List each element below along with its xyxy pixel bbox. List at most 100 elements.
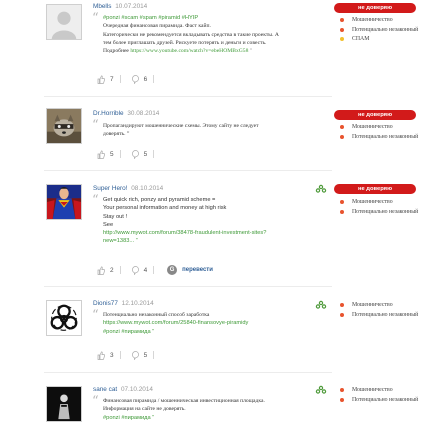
review-meta: sane cat 07.10.2014 (93, 386, 153, 394)
review-actions: 3 5 (97, 350, 165, 360)
tag-item: Потенциально незаконный (340, 312, 422, 319)
comment-icon[interactable] (131, 74, 139, 84)
username-link[interactable]: Mbells (93, 3, 111, 10)
external-link[interactable]: http://www.mywot.com/forum/38478-fraudul… (103, 229, 328, 237)
username-link[interactable]: Super Hero! (93, 185, 127, 192)
avatar[interactable] (46, 108, 82, 144)
review-actions: 5 5 (97, 149, 165, 159)
tag-item: Мошенничество (340, 387, 422, 394)
divider (153, 150, 155, 158)
external-link[interactable]: https://www.mywot.com/forum/25840-finans… (103, 319, 328, 327)
quote-icon: “ (92, 193, 99, 208)
separator (44, 286, 332, 287)
text-line: тем более приглашать друзей. Рискуете по… (103, 39, 267, 46)
avatar[interactable] (46, 4, 82, 40)
external-link[interactable]: https://www.youtube.com/watch?v=ebeHOMBx… (130, 48, 248, 54)
divider (153, 351, 155, 359)
separator (44, 170, 332, 171)
group-icon[interactable] (315, 184, 327, 194)
divider (119, 75, 121, 83)
likes-count: 5 (110, 150, 114, 158)
tag-label: Мошенничество (352, 387, 393, 393)
tag-item: Потенциально незаконный (340, 27, 422, 34)
external-link[interactable]: new=1383... ” (103, 237, 328, 245)
review-text: #ponzi #scam #spam #piramid #HYIP Очеред… (103, 14, 328, 55)
text-line: Информация на сайте не доверять. (103, 406, 186, 413)
text-line: See (103, 221, 114, 228)
divider (119, 150, 121, 158)
comments-count: 4 (143, 266, 148, 274)
text-prefix: Подробнее (103, 48, 131, 55)
dot-icon (340, 200, 344, 204)
review-text: Get quick rich, ponzy and pyramid scheme… (103, 196, 328, 246)
translate-button[interactable]: G перевести (167, 265, 213, 275)
separator (44, 372, 332, 373)
review-meta: Dionis77 12.10.2014 (93, 300, 154, 308)
tag-item: Мошенничество (340, 17, 422, 24)
category-tags: Мошенничество Потенциально незаконный (340, 387, 422, 406)
quote-icon: “ (92, 118, 99, 133)
category-tags: Мошенничество Потенциально незаконный СП… (340, 17, 422, 46)
likes-count: 7 (110, 75, 114, 83)
text-line: Your personal information and money at h… (103, 205, 227, 212)
tag-label: Потенциально незаконный (352, 311, 419, 318)
avatar[interactable] (46, 386, 82, 422)
text-line: Stay out ! (103, 213, 128, 220)
tag-label: Мошенничество (352, 17, 393, 23)
thumbs-up-icon[interactable] (97, 149, 105, 159)
username-link[interactable]: Dr.Horrible (93, 110, 124, 117)
thumbs-up-icon[interactable] (97, 74, 105, 84)
superhero-avatar-icon (47, 185, 81, 219)
review-text: Пропагандируют мошеннические схемы. Этом… (103, 122, 328, 139)
comments-count: 5 (143, 150, 148, 158)
distrust-badge: не доверяю (334, 184, 416, 194)
category-tags: Мошенничество Потенциально незаконный (340, 124, 422, 143)
divider (153, 75, 155, 83)
divider (153, 266, 155, 274)
username-link[interactable]: Dionis77 (93, 300, 118, 307)
likes-count: 2 (110, 266, 114, 274)
thumbs-up-icon[interactable] (97, 350, 105, 360)
hashtags[interactable]: #ponzi #пирамида ” (103, 328, 328, 336)
distrust-badge: не доверяю (334, 110, 416, 120)
review-date: 10.07.2014 (115, 3, 148, 10)
tag-item: СПАМ (340, 36, 422, 43)
translate-icon: G (167, 265, 178, 275)
dot-icon (340, 18, 344, 22)
comment-icon[interactable] (131, 350, 139, 360)
dot-icon (340, 397, 344, 402)
dot-icon (340, 125, 344, 129)
thumbs-up-icon[interactable] (97, 265, 105, 275)
hashtags[interactable]: #ponzi #scam #spam #piramid #HYIP (103, 14, 328, 22)
divider (119, 266, 121, 274)
tag-label: Потенциально незаконный (352, 208, 419, 215)
review-text: Потенциально незаконный способ заработка… (103, 311, 328, 336)
hashtags[interactable]: #ponzi #пирамида ” (103, 414, 328, 422)
avatar[interactable] (46, 184, 82, 220)
text-line: Get quick rich, ponzy and pyramid scheme… (103, 197, 216, 203)
text-line: доверять. ” (103, 131, 130, 138)
text-line: Финансовая пирамида / мошенническая инве… (103, 398, 265, 404)
divider (119, 351, 121, 359)
text-line: Подробнее https://www.youtube.com/watch?… (103, 47, 328, 55)
comment-icon[interactable] (131, 149, 139, 159)
group-icon[interactable] (315, 385, 327, 395)
review-text: Финансовая пирамида / мошенническая инве… (103, 397, 328, 422)
likes-count: 3 (110, 351, 114, 359)
translate-label: перевести (182, 267, 213, 273)
review-meta: Mbells 10.07.2014 (93, 3, 147, 11)
username-link[interactable]: sane cat (93, 386, 117, 393)
review-date: 08.10.2014 (131, 185, 164, 192)
comment-icon[interactable] (131, 265, 139, 275)
tag-item: Мошенничество (340, 302, 422, 309)
biohazard-avatar-icon (47, 301, 81, 335)
comments-count: 5 (143, 351, 148, 359)
review-date: 12.10.2014 (121, 300, 154, 307)
group-icon[interactable] (315, 300, 327, 310)
quote-icon: “ (92, 11, 99, 26)
review-actions: 2 4 G перевести (97, 265, 213, 275)
avatar[interactable] (46, 300, 82, 336)
tag-label: Мошенничество (352, 124, 393, 130)
tag-label: СПАМ (352, 36, 370, 43)
quote-icon: “ (92, 394, 99, 409)
